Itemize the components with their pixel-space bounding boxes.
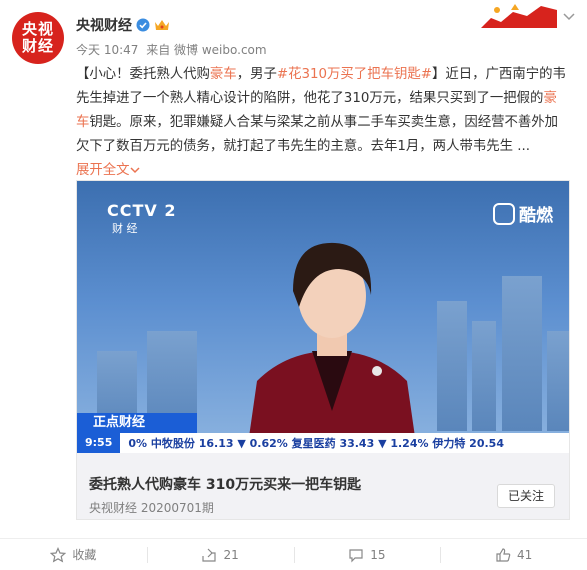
post-seg-1: 【小心！委托熟人代购 <box>76 67 210 82</box>
channel-logo: CCTV 2 <box>107 201 177 220</box>
expand-label: 展开全文 <box>76 163 130 178</box>
post-meta: 今天 10:47 来自 微博 weibo.com <box>76 41 271 58</box>
comment-count: 15 <box>370 547 386 562</box>
menu-chevron-icon[interactable] <box>563 12 575 22</box>
video-player[interactable]: CCTV 2 财 经 酷燃 正点财经 9:55 0% 中牧股份 16.13 ▼ … <box>77 181 569 453</box>
expand-button[interactable]: 展开全文 <box>76 163 140 178</box>
channel-sub: 财 经 <box>112 222 138 235</box>
post-seg-3: ，男子 <box>236 67 277 82</box>
bg-building <box>502 276 542 431</box>
keyword-link[interactable]: 豪车 <box>210 67 237 82</box>
avatar-text-2: 财经 <box>21 37 54 55</box>
post-body: 【小心！委托熟人代购豪车，男子#花310万买了把车钥匙#】近日，广西南宁的韦先生… <box>76 63 566 183</box>
author-row: 央视财经 <box>76 15 170 35</box>
ticker-text: 0% 中牧股份 16.13 ▼ 0.62% 复星医药 33.43 ▼ 1.24%… <box>128 437 504 450</box>
bg-building <box>472 321 496 431</box>
repost-count: 21 <box>223 547 239 562</box>
verified-icon <box>136 18 150 32</box>
video-subtitle: 央视财经 20200701期 <box>89 501 214 515</box>
bg-building <box>547 331 569 431</box>
action-bar: 收藏 21 15 41 <box>0 538 587 570</box>
comment-button[interactable]: 15 <box>293 539 441 570</box>
news-anchor-figure <box>247 242 417 451</box>
bg-building <box>437 301 467 431</box>
repost-icon <box>202 548 217 562</box>
ticker-time: 9:55 <box>77 433 121 453</box>
chevron-down-icon <box>130 167 140 174</box>
program-label: 正点财经 <box>77 413 197 433</box>
like-count: 41 <box>516 547 533 562</box>
comment-icon <box>349 548 363 562</box>
play-logo-icon <box>493 202 515 225</box>
avatar-text-1: 央视 <box>21 20 54 38</box>
post-source[interactable]: 来自 微博 weibo.com <box>146 43 266 57</box>
avatar[interactable]: 央视 财经 <box>12 12 64 64</box>
hashtag-link[interactable]: #花310万买了把车钥匙# <box>277 67 432 82</box>
like-button[interactable]: 41 <box>440 539 587 570</box>
author-name[interactable]: 央视财经 <box>76 15 132 35</box>
decorative-great-wall-icon <box>481 4 557 28</box>
favorite-button[interactable]: 收藏 <box>0 539 147 570</box>
video-card[interactable]: CCTV 2 财 经 酷燃 正点财经 9:55 0% 中牧股份 16.13 ▼ … <box>76 180 570 520</box>
platform-name: 酷燃 <box>519 206 553 226</box>
favorite-label: 收藏 <box>72 548 97 562</box>
member-crown-icon[interactable] <box>154 18 170 32</box>
video-title[interactable]: 委托熟人代购豪车 310万元买来一把车钥匙 <box>89 474 361 494</box>
follow-button[interactable]: 已关注 <box>497 484 555 508</box>
stock-ticker: 9:55 0% 中牧股份 16.13 ▼ 0.62% 复星医药 33.43 ▼ … <box>77 433 569 453</box>
repost-button[interactable]: 21 <box>146 539 294 570</box>
star-icon <box>50 546 67 563</box>
post-seg-6: 钥匙。原来，犯罪嫌疑人合某与梁某之前从事二手车买卖生意，因经营不善外加欠下了数百… <box>76 115 559 154</box>
thumbs-up-icon <box>496 547 511 562</box>
platform-watermark: 酷燃 <box>493 201 553 226</box>
post-time[interactable]: 今天 10:47 <box>76 43 138 57</box>
